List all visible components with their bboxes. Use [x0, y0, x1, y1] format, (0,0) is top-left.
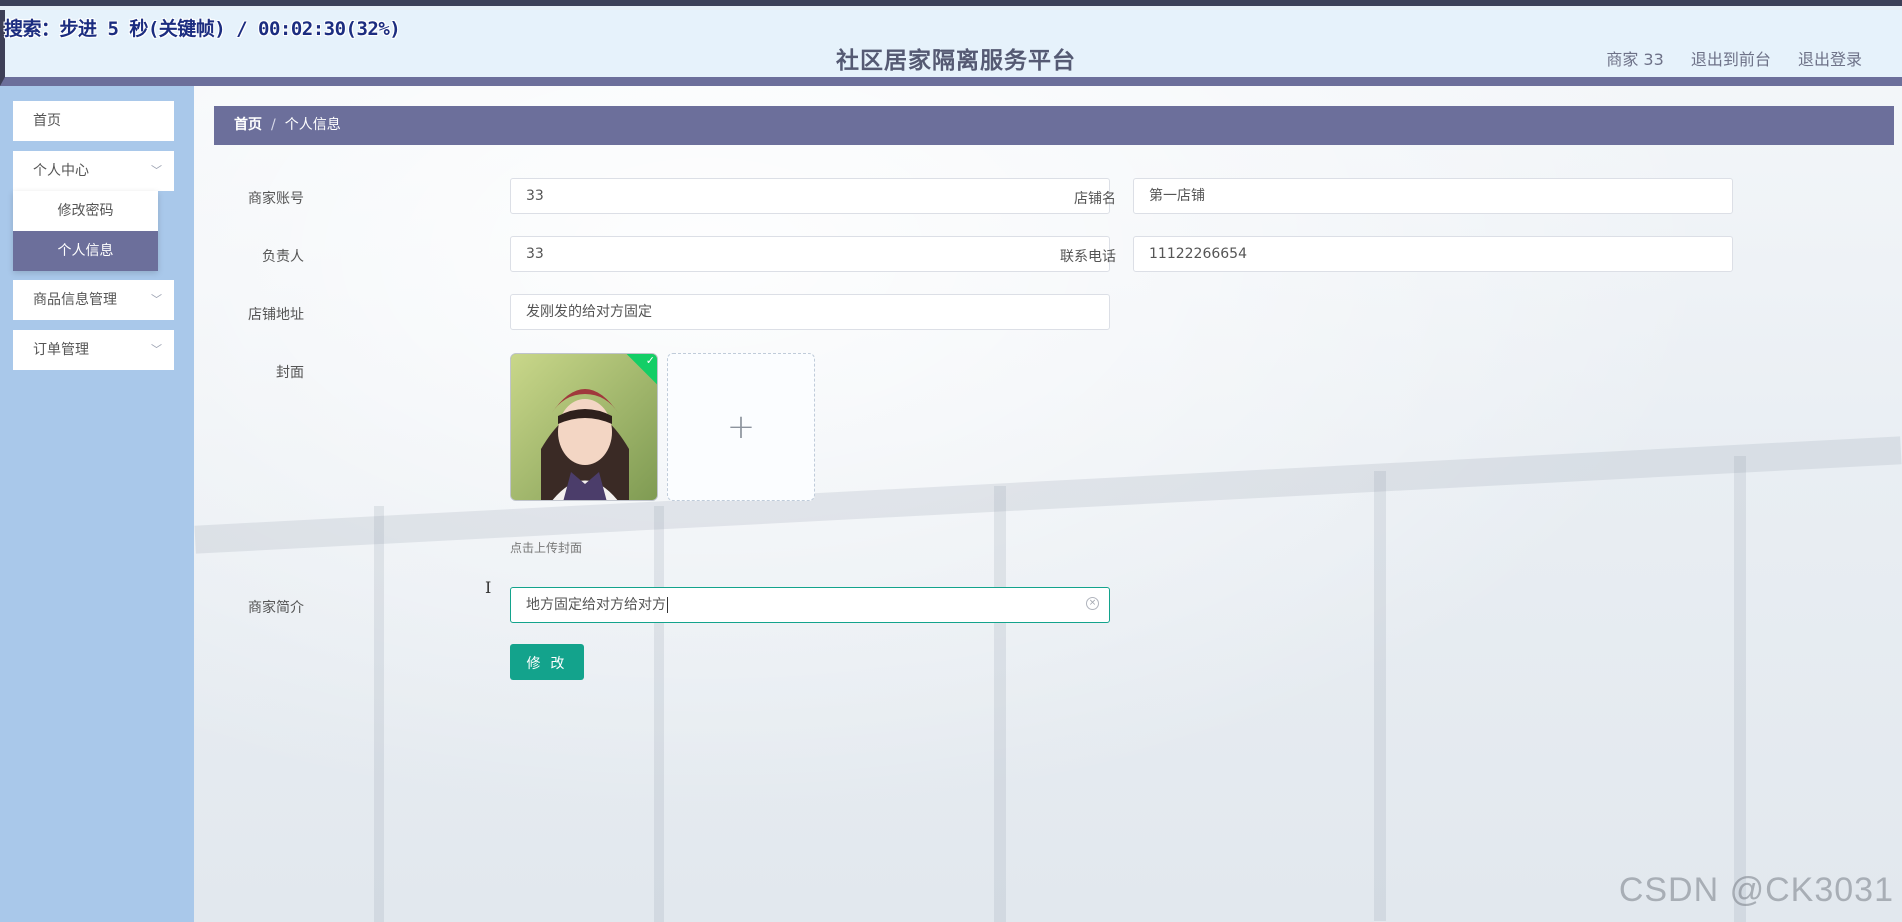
intro-field[interactable]: 地方固定给对方给对方 × — [510, 587, 1110, 623]
plus-icon: + — [726, 407, 756, 447]
manager-label: 负责人 — [262, 249, 304, 265]
background-post — [1374, 471, 1386, 921]
check-icon: ✓ — [645, 354, 655, 367]
to-front-link[interactable]: 退出到前台 — [1691, 50, 1771, 69]
chevron-down-icon: ﹀ — [151, 293, 162, 306]
cover-upload-button[interactable]: + — [667, 353, 815, 501]
header-actions: 商家 33 退出到前台 退出登录 — [1584, 46, 1862, 70]
breadcrumb-separator: / — [271, 117, 276, 133]
background-post — [374, 506, 384, 922]
sidebar-item-label: 首页 — [33, 113, 61, 129]
background-post — [1734, 456, 1746, 922]
breadcrumb: 首页 / 个人信息 — [214, 106, 1894, 145]
upload-hint: 点击上传封面 — [510, 541, 583, 555]
intro-label: 商家简介 — [248, 600, 304, 616]
account-field[interactable]: 33 — [510, 178, 1110, 214]
intro-field-value: 地方固定给对方给对方 — [526, 597, 666, 613]
clear-icon[interactable]: × — [1086, 597, 1099, 610]
logout-link[interactable]: 退出登录 — [1798, 50, 1862, 69]
sidebar: 首页 个人中心 ﹀ 修改密码 个人信息 商品信息管理 ﹀ 订单管理 ﹀ — [0, 86, 194, 922]
background-post — [994, 486, 1006, 922]
breadcrumb-home[interactable]: 首页 — [234, 117, 262, 133]
shop-name-field[interactable]: 第一店铺 — [1133, 178, 1733, 214]
breadcrumb-current: 个人信息 — [284, 117, 341, 133]
phone-label: 联系电话 — [1060, 249, 1116, 265]
cover-photo — [511, 354, 657, 500]
background-post — [654, 506, 664, 922]
chevron-down-icon: ﹀ — [151, 164, 162, 177]
personal-center-submenu: 修改密码 个人信息 — [13, 191, 158, 271]
submenu-item-personal-info[interactable]: 个人信息 — [13, 231, 158, 271]
mouse-ibeam-cursor: I — [485, 578, 492, 597]
shop-name-label: 店铺名 — [1074, 191, 1116, 207]
background-fence — [194, 436, 1902, 554]
sidebar-item-home[interactable]: 首页 — [13, 101, 174, 141]
sidebar-item-label: 订单管理 — [33, 342, 89, 358]
main-content: 首页 / 个人信息 商家账号 33 店铺名 第一店铺 负责人 33 联系电话 111… — [194, 86, 1902, 922]
phone-field[interactable]: 11122266654 — [1133, 236, 1733, 272]
text-caret — [667, 597, 668, 613]
current-user: 商家 33 — [1606, 50, 1664, 69]
chevron-down-icon: ﹀ — [151, 343, 162, 356]
video-overlay-text: 搜索：步进 5 秒(关键帧) / 00:02:30(32%) — [4, 18, 401, 40]
submit-button[interactable]: 修 改 — [510, 644, 584, 680]
sidebar-item-label: 个人中心 — [33, 163, 89, 179]
address-label: 店铺地址 — [248, 307, 304, 323]
watermark: CSDN @CK3031 — [1618, 871, 1894, 909]
cover-label: 封面 — [276, 365, 304, 381]
address-field[interactable]: 发刚发的给对方固定 — [510, 294, 1110, 330]
sidebar-item-personal-center[interactable]: 个人中心 ﹀ — [13, 151, 174, 191]
sidebar-item-orders[interactable]: 订单管理 ﹀ — [13, 330, 174, 370]
submenu-item-change-password[interactable]: 修改密码 — [13, 191, 158, 231]
account-label: 商家账号 — [248, 191, 304, 207]
sidebar-item-label: 商品信息管理 — [33, 292, 117, 308]
sidebar-item-goods[interactable]: 商品信息管理 ﹀ — [13, 280, 174, 320]
manager-field[interactable]: 33 — [510, 236, 1110, 272]
cover-thumbnail[interactable]: ✓ — [510, 353, 658, 501]
